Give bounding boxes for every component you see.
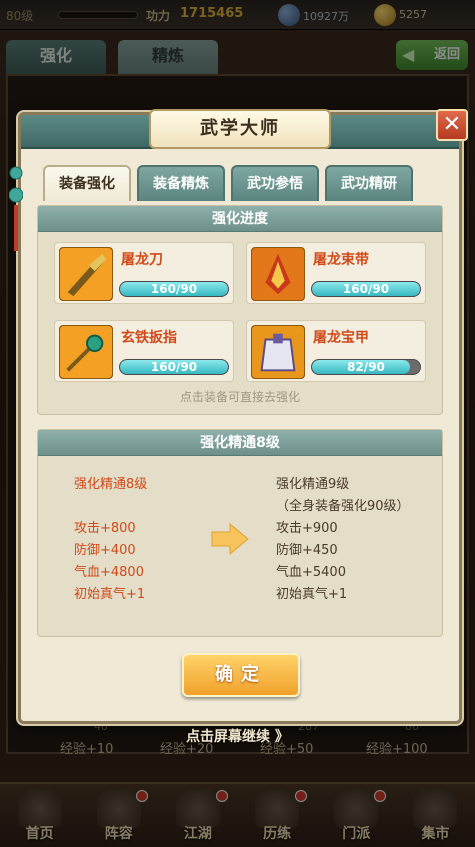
stat-qi: 初始真气+1	[74, 587, 146, 602]
section-header: 强化精通8级	[38, 430, 442, 456]
saber-icon	[59, 247, 113, 301]
section-header: 强化进度	[38, 206, 442, 232]
confirm-button[interactable]: 确定	[182, 653, 300, 697]
tap-to-continue[interactable]: 点击屏幕继续 》	[0, 726, 475, 746]
tab-skill-study[interactable]: 武功精研	[325, 165, 413, 201]
equip-item-dragon-saber[interactable]: 屠龙刀 160/90	[54, 242, 234, 304]
stat-attack: 攻击+900	[276, 521, 338, 536]
current-mastery-title: 强化精通8级	[74, 477, 148, 492]
equip-item-dragon-armor[interactable]: 屠龙宝甲 82/90	[246, 320, 426, 382]
current-mastery-stats: 强化精通8级 攻击+800 防御+400 气血+4800 初始真气+1	[74, 474, 147, 606]
progress-bar: 160/90	[119, 359, 229, 375]
martial-master-dialog: 武学大师 ✕ 装备强化 装备精炼 武功参悟 武功精研 强化进度 屠龙刀 160/…	[9, 109, 468, 724]
item-name: 玄铁扳指	[121, 330, 177, 346]
stat-qi: 初始真气+1	[276, 587, 348, 602]
tap-equipment-hint: 点击装备可直接去强化	[179, 390, 300, 404]
item-name: 屠龙束带	[313, 252, 369, 268]
next-mastery-stats: 强化精通9级 （全身装备强化90级） 攻击+900 防御+450 气血+5400…	[276, 474, 410, 606]
tassel-ornament	[9, 166, 23, 251]
next-mastery-title: 强化精通9级	[276, 477, 350, 492]
equip-item-dragon-belt[interactable]: 屠龙束带 160/90	[246, 242, 426, 304]
belt-icon	[251, 247, 305, 301]
stat-attack: 攻击+800	[74, 521, 136, 536]
progress-text: 160/90	[342, 282, 390, 296]
tab-equip-strengthen[interactable]: 装备强化	[43, 165, 131, 201]
progress-text: 82/90	[347, 360, 385, 374]
ring-icon	[59, 325, 113, 379]
progress-bar: 160/90	[119, 281, 229, 297]
equip-item-iron-ring[interactable]: 玄铁扳指 160/90	[54, 320, 234, 382]
tab-equip-refine[interactable]: 装备精炼	[137, 165, 225, 201]
close-button[interactable]: ✕	[436, 109, 468, 141]
stat-hp: 气血+5400	[276, 565, 346, 580]
item-name: 屠龙刀	[121, 252, 163, 268]
tab-skill-comprehend[interactable]: 武功参悟	[231, 165, 319, 201]
stat-defense: 防御+400	[74, 543, 136, 558]
stat-defense: 防御+450	[276, 543, 338, 558]
progress-bar: 160/90	[311, 281, 421, 297]
next-mastery-condition: （全身装备强化90级）	[276, 499, 410, 514]
strengthen-progress-section: 强化进度 屠龙刀 160/90 屠龙束带 160/90 玄铁扳指 160/90 …	[37, 205, 443, 415]
mastery-section: 强化精通8级 强化精通8级 攻击+800 防御+400 气血+4800 初始真气…	[37, 429, 443, 637]
stat-hp: 气血+4800	[74, 565, 144, 580]
arrow-right-icon	[211, 522, 249, 556]
dialog-title: 武学大师	[149, 109, 331, 149]
progress-bar: 82/90	[311, 359, 421, 375]
armor-icon	[251, 325, 305, 379]
progress-text: 160/90	[150, 282, 198, 296]
progress-text: 160/90	[150, 360, 198, 374]
item-name: 屠龙宝甲	[313, 330, 369, 346]
